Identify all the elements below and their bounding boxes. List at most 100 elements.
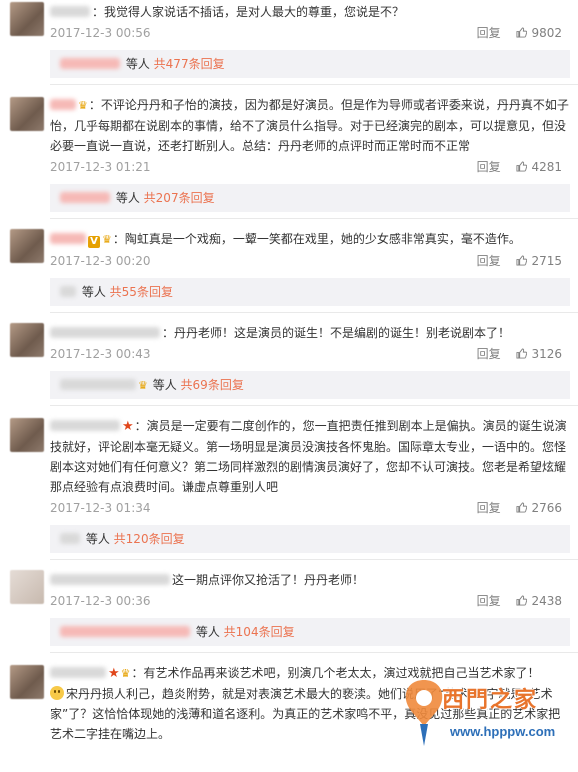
timestamp: 2017-12-3 01:21 [50,160,151,174]
divider [50,559,578,560]
divider [50,652,578,653]
comment-text: ：我觉得人家说话不插话，是对人最大的尊重，您说是不？ [50,2,570,22]
comment-actions: 回复 9802 [477,22,562,44]
more-replies-link[interactable]: 共104条回复 [224,625,295,639]
like-count: 3126 [531,347,562,361]
timestamp: 2017-12-3 00:43 [50,347,151,361]
crown-icon: ♛ [102,233,112,246]
star-icon: ★ [108,666,120,681]
avatar[interactable] [10,418,44,452]
avatar[interactable] [10,570,44,604]
reply-summary-bar[interactable]: 等人 共207条回复 [50,184,570,212]
crown-icon: ♛ [78,99,88,112]
thumbs-up-icon[interactable] [516,27,528,38]
divider [50,84,578,85]
like-count: 2715 [531,254,562,268]
vip-badge-icon: V [88,236,100,248]
replier-names-blurred [60,379,136,390]
thumbs-up-icon[interactable] [516,595,528,606]
replier-names-blurred [60,192,110,203]
comment-meta: 2017-12-3 00:20 回复 2715 [50,250,570,272]
thumbs-up-icon[interactable] [516,502,528,513]
reply-button[interactable]: 回复 [477,26,501,40]
divider [50,312,578,313]
divider [50,218,578,219]
comment-meta: 2017-12-3 00:43 回复 3126 [50,343,570,365]
comment-text: 这一期点评你又抢活了！丹丹老师！ [50,570,570,590]
comment-text: ：丹丹老师！这是演员的诞生！不是编剧的诞生！别老说剧本了！ [50,323,570,343]
comment-actions: 回复 2766 [477,497,562,519]
timestamp: 2017-12-3 00:20 [50,254,151,268]
timestamp: 2017-12-3 00:36 [50,594,151,608]
reply-summary-bar[interactable]: ♛ 等人 共69条回复 [50,371,570,399]
username-blurred[interactable] [50,99,76,110]
comment-4: ：丹丹老师！这是演员的诞生！不是编剧的诞生！别老说剧本了！ 2017-12-3 … [0,323,578,365]
avatar[interactable] [10,97,44,131]
like-count: 9802 [531,26,562,40]
comment-2: ♛：不评论丹丹和子怡的演技，因为都是好演员。但是作为导师或者评委来说，丹丹真不如… [0,95,578,178]
comment-text: ♛：不评论丹丹和子怡的演技，因为都是好演员。但是作为导师或者评委来说，丹丹真不如… [50,98,569,153]
more-replies-link[interactable]: 共477条回复 [154,57,225,71]
username-blurred[interactable] [50,574,170,585]
divider [50,405,578,406]
reply-summary-suffix: 等人 [85,532,110,546]
reply-summary-bar[interactable]: 等人 共104条回复 [50,618,570,646]
site-watermark: 西門之家 www.hpppw.com [394,674,570,754]
comment-meta: 2017-12-3 01:21 回复 4281 [50,156,570,178]
more-replies-link[interactable]: 共207条回复 [144,191,215,205]
comment-actions: 回复 2715 [477,250,562,272]
comment-actions: 回复 4281 [477,156,562,178]
smiley-icon [50,686,64,700]
reply-button[interactable]: 回复 [477,160,501,174]
avatar[interactable] [10,2,44,36]
thumbs-up-icon[interactable] [516,348,528,359]
username-blurred[interactable] [50,667,106,678]
reply-button[interactable]: 回复 [477,594,501,608]
replier-names-blurred [60,58,120,69]
more-replies-link[interactable]: 共69条回复 [181,378,244,392]
comment-actions: 回复 2438 [477,590,562,612]
username-blurred[interactable] [50,420,120,431]
avatar[interactable] [10,665,44,699]
reply-summary-suffix: 等人 [152,378,177,392]
reply-button[interactable]: 回复 [477,347,501,361]
comment-text: ★：演员是一定要有二度创作的，您一直把责任推到剧本上是偏执。演员的诞生说演技就好… [50,419,567,494]
watermark-url: www.hpppw.com [450,724,556,739]
star-icon: ★ [122,419,134,434]
comment-meta: 2017-12-3 00:36 回复 2438 [50,590,570,612]
reply-summary-bar[interactable]: 等人 共55条回复 [50,278,570,306]
like-count: 2438 [531,594,562,608]
timestamp: 2017-12-3 00:56 [50,26,151,40]
reply-summary-bar[interactable]: 等人 共477条回复 [50,50,570,78]
avatar[interactable] [10,323,44,357]
comment-6: 这一期点评你又抢活了！丹丹老师！ 2017-12-3 00:36 回复 2438 [0,570,578,612]
comment-meta: 2017-12-3 00:56 回复 9802 [50,22,570,44]
comment-meta: 2017-12-3 01:34 回复 2766 [50,497,570,519]
replier-names-blurred [60,533,80,544]
crown-icon: ♛ [120,667,131,680]
thumbs-up-icon[interactable] [516,161,528,172]
reply-summary-suffix: 等人 [195,625,220,639]
comment-5: ★：演员是一定要有二度创作的，您一直把责任推到剧本上是偏执。演员的诞生说演技就好… [0,416,578,519]
reply-button[interactable]: 回复 [477,501,501,515]
watermark-logo-text: 西門之家 [442,687,539,713]
comment-1: ：我觉得人家说话不插话，是对人最大的尊重，您说是不？ 2017-12-3 00:… [0,2,578,44]
like-count: 4281 [531,160,562,174]
comment-text: V ♛：陶虹真是一个戏痴，一颦一笑都在戏里，她的少女感非常真实，毫不造作。 [50,229,570,250]
reply-summary-suffix: 等人 [115,191,140,205]
replier-names-blurred [60,286,76,297]
username-blurred[interactable] [50,233,86,244]
comment-actions: 回复 3126 [477,343,562,365]
like-count: 2766 [531,501,562,515]
reply-summary-suffix: 等人 [81,285,106,299]
comment-3: V ♛：陶虹真是一个戏痴，一颦一笑都在戏里，她的少女感非常真实，毫不造作。 201… [0,229,578,272]
timestamp: 2017-12-3 01:34 [50,501,151,515]
more-replies-link[interactable]: 共55条回复 [110,285,173,299]
username-blurred[interactable] [50,327,160,338]
avatar[interactable] [10,229,44,263]
reply-summary-bar[interactable]: 等人 共120条回复 [50,525,570,553]
thumbs-up-icon[interactable] [516,255,528,266]
username-blurred[interactable] [50,6,90,17]
more-replies-link[interactable]: 共120条回复 [114,532,185,546]
reply-button[interactable]: 回复 [477,254,501,268]
